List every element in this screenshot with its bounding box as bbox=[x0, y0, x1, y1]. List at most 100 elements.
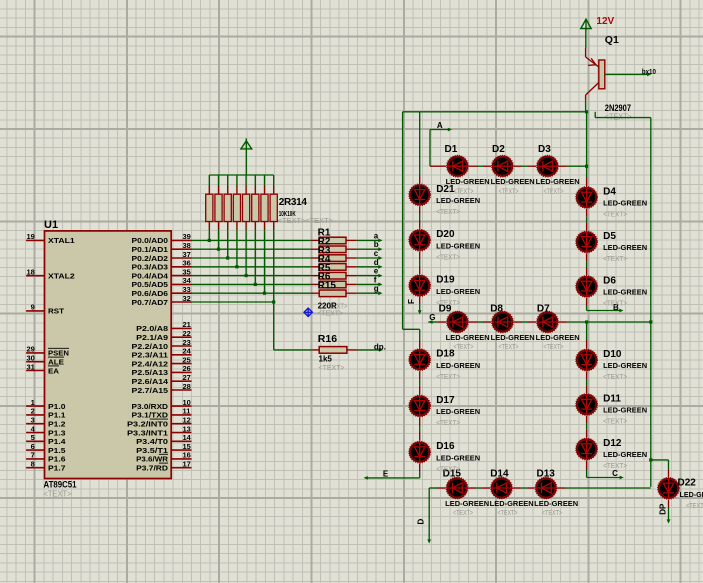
svg-text:D22: D22 bbox=[678, 477, 697, 488]
svg-text:P3.1/TXD: P3.1/TXD bbox=[132, 411, 169, 420]
svg-text:P1.7: P1.7 bbox=[48, 464, 66, 473]
svg-text:P0.3/AD3: P0.3/AD3 bbox=[132, 263, 168, 272]
svg-text:<TEXT>: <TEXT> bbox=[436, 374, 460, 381]
svg-text:LED-GREEN: LED-GREEN bbox=[436, 289, 480, 296]
svg-text:D11: D11 bbox=[603, 394, 621, 405]
svg-text:g: g bbox=[374, 284, 379, 293]
svg-text:34: 34 bbox=[183, 276, 192, 285]
svg-text:31: 31 bbox=[26, 362, 34, 371]
svg-text:<TEXT>: <TEXT> bbox=[686, 503, 703, 510]
svg-text:5: 5 bbox=[31, 433, 35, 442]
svg-text:27: 27 bbox=[183, 373, 191, 382]
svg-text:LED-GREEN: LED-GREEN bbox=[445, 501, 489, 508]
svg-text:D1: D1 bbox=[445, 144, 458, 155]
svg-text:D12: D12 bbox=[603, 438, 622, 449]
svg-text:P0.6/AD6: P0.6/AD6 bbox=[132, 289, 168, 298]
svg-text:A: A bbox=[437, 121, 443, 130]
svg-text:P1.2: P1.2 bbox=[48, 420, 66, 429]
svg-text:33: 33 bbox=[183, 285, 191, 294]
svg-text:<TEXT>: <TEXT> bbox=[498, 510, 518, 517]
svg-text:11: 11 bbox=[183, 407, 191, 416]
svg-text:P3.4/T0: P3.4/T0 bbox=[136, 437, 168, 446]
svg-text:b: b bbox=[374, 240, 379, 249]
svg-text:P2.1/A9: P2.1/A9 bbox=[136, 333, 168, 342]
svg-text:26: 26 bbox=[183, 364, 191, 373]
svg-text:25: 25 bbox=[183, 355, 191, 364]
svg-text:19: 19 bbox=[26, 232, 34, 241]
svg-text:P2.6/A14: P2.6/A14 bbox=[132, 377, 169, 386]
svg-text:P2.7/A15: P2.7/A15 bbox=[132, 386, 168, 395]
svg-text:<TEXT>: <TEXT> bbox=[544, 344, 564, 351]
svg-text:LED-GREEN: LED-GREEN bbox=[491, 179, 535, 186]
svg-text:D14: D14 bbox=[490, 469, 509, 480]
svg-text:RST: RST bbox=[48, 307, 64, 316]
svg-text:D: D bbox=[417, 519, 426, 525]
svg-text:9: 9 bbox=[31, 303, 35, 312]
svg-text:10: 10 bbox=[183, 398, 191, 407]
svg-text:P1.4: P1.4 bbox=[48, 437, 66, 446]
svg-text:P0.4/AD4: P0.4/AD4 bbox=[132, 271, 169, 280]
svg-text:D16: D16 bbox=[436, 441, 455, 452]
svg-text:P0.7/AD7: P0.7/AD7 bbox=[132, 298, 168, 307]
svg-text:37: 37 bbox=[183, 250, 191, 259]
svg-text:U1: U1 bbox=[44, 219, 58, 231]
svg-text:<TEXT><TEXT>: <TEXT><TEXT> bbox=[278, 216, 334, 225]
svg-text:29: 29 bbox=[26, 345, 34, 354]
svg-text:P3.6/WR: P3.6/WR bbox=[136, 455, 169, 464]
svg-text:e: e bbox=[374, 267, 379, 276]
svg-text:LED-GREEN: LED-GREEN bbox=[436, 198, 480, 205]
svg-text:<TEXT>: <TEXT> bbox=[605, 112, 632, 122]
svg-text:EA: EA bbox=[48, 366, 60, 375]
svg-text:f: f bbox=[374, 275, 377, 284]
svg-text:LED-GREEN: LED-GREEN bbox=[436, 243, 480, 250]
svg-text:36: 36 bbox=[183, 259, 191, 268]
svg-text:E: E bbox=[383, 469, 389, 478]
svg-text:2: 2 bbox=[31, 407, 35, 416]
svg-text:P0.2/AD2: P0.2/AD2 bbox=[132, 254, 168, 263]
svg-text:LED-GREEN: LED-GREEN bbox=[436, 363, 480, 370]
svg-text:a: a bbox=[374, 231, 379, 240]
svg-text:P3.3/INT1: P3.3/INT1 bbox=[127, 428, 168, 437]
svg-text:LED-GREEN: LED-GREEN bbox=[446, 335, 490, 342]
svg-text:LED-GREEN: LED-GREEN bbox=[603, 408, 647, 415]
svg-text:R16: R16 bbox=[318, 333, 337, 345]
svg-text:LED-GREEN: LED-GREEN bbox=[436, 455, 480, 462]
svg-text:LED-GREEN: LED-GREEN bbox=[603, 452, 647, 459]
svg-text:D18: D18 bbox=[436, 349, 455, 360]
svg-text:P0.0/AD0: P0.0/AD0 bbox=[132, 236, 168, 245]
svg-text:LED-GREEN: LED-GREEN bbox=[603, 201, 647, 208]
svg-text:P1.6: P1.6 bbox=[48, 455, 66, 464]
svg-text:22: 22 bbox=[183, 329, 191, 338]
svg-text:<TEXT>: <TEXT> bbox=[436, 466, 460, 473]
svg-text:dp.: dp. bbox=[374, 342, 386, 351]
svg-text:R15: R15 bbox=[318, 281, 337, 292]
svg-text:Q1: Q1 bbox=[605, 34, 619, 46]
svg-text:LED-GREEN: LED-GREEN bbox=[603, 363, 647, 370]
svg-text:P3.5/T1: P3.5/T1 bbox=[136, 446, 168, 455]
svg-text:12V: 12V bbox=[596, 16, 614, 27]
svg-text:D21: D21 bbox=[436, 184, 455, 195]
svg-text:<TEXT>: <TEXT> bbox=[603, 212, 627, 219]
svg-text:<TEXT>: <TEXT> bbox=[454, 188, 474, 195]
svg-text:P3.2/INT0: P3.2/INT0 bbox=[127, 420, 168, 429]
svg-text:P2.3/A11: P2.3/A11 bbox=[132, 351, 168, 360]
svg-text:<TEXT>: <TEXT> bbox=[499, 188, 519, 195]
svg-text:30: 30 bbox=[26, 354, 34, 363]
svg-text:39: 39 bbox=[183, 232, 191, 241]
svg-text:LED-GREEN: LED-GREEN bbox=[680, 492, 703, 499]
svg-text:15: 15 bbox=[183, 442, 191, 451]
svg-text:6: 6 bbox=[31, 442, 35, 451]
svg-text:F: F bbox=[407, 299, 416, 304]
svg-text:P1.3: P1.3 bbox=[48, 428, 66, 437]
svg-text:<TEXT>: <TEXT> bbox=[44, 488, 72, 498]
svg-text:1: 1 bbox=[31, 398, 35, 407]
svg-text:LED-GREEN: LED-GREEN bbox=[436, 409, 480, 416]
svg-text:D7: D7 bbox=[537, 304, 550, 315]
svg-text:LED-GREEN: LED-GREEN bbox=[490, 501, 534, 508]
svg-text:LED-GREEN: LED-GREEN bbox=[491, 335, 535, 342]
svg-text:c: c bbox=[374, 249, 379, 258]
svg-text:38: 38 bbox=[183, 241, 191, 250]
svg-text:D13: D13 bbox=[537, 469, 556, 480]
svg-text:32: 32 bbox=[183, 294, 191, 303]
svg-text:<TEXT>: <TEXT> bbox=[603, 374, 627, 381]
